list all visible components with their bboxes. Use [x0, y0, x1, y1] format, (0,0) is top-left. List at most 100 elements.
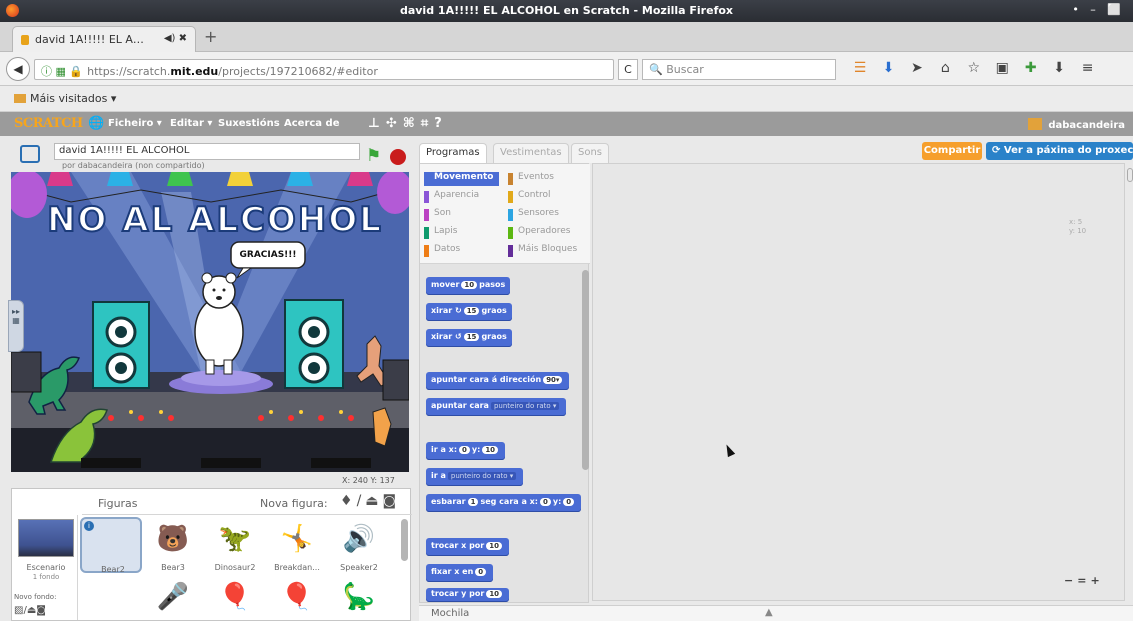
url-bar[interactable]: ⓘ ▦ 🔒 https://scratch.mit.edu/projects/19…	[34, 59, 614, 80]
category-operators[interactable]: Operadores	[508, 226, 571, 240]
scratch-menubar: SCRATCH 🌐 Ficheiro ▾ Editar ▾ Suxestións…	[0, 112, 1133, 136]
stage-tool-icons: ⊥✣⌘⌗?	[368, 116, 448, 131]
upload-sprite-icon[interactable]: ⏏	[365, 493, 382, 509]
home-icon[interactable]: ⌂	[933, 60, 957, 76]
block-move-steps[interactable]: mover 10 pasos	[426, 277, 511, 295]
scratch-logo[interactable]: SCRATCH	[14, 116, 83, 131]
project-title-input[interactable]: david 1A!!!!! EL ALCOHOL	[54, 143, 360, 160]
palette-scrollbar[interactable]	[582, 270, 589, 470]
url-path: /projects/197210682/#editor	[218, 65, 378, 78]
block-change-x[interactable]: trocar x por 10	[426, 538, 509, 556]
category-looks[interactable]: Aparencia	[424, 190, 479, 204]
stage[interactable]: NO AL ALCOHOL GRACIAS!!!	[11, 172, 409, 472]
scripts-side-handle[interactable]	[1127, 168, 1133, 182]
sprite-item-balloon-2[interactable]: 🎈	[266, 577, 328, 617]
stage-collapse-handle[interactable]: ▸▸ ▦	[8, 300, 24, 352]
fullscreen-icon[interactable]	[20, 145, 40, 163]
search-input[interactable]: 🔍 Buscar	[642, 59, 836, 80]
camera-sprite-icon[interactable]: ◙	[383, 493, 401, 509]
url-prefix: https://scratch.	[87, 65, 171, 78]
backpack[interactable]: Mochila ▲	[419, 605, 1133, 621]
tab-costumes[interactable]: Vestimentas	[493, 143, 569, 163]
sprite-item-bear2[interactable]: i Bear2	[80, 517, 142, 574]
stop-icon[interactable]	[390, 149, 406, 165]
block-set-x[interactable]: fixar x en 0	[426, 564, 494, 582]
tab-strip: david 1A!!!!! EL A… ◀) ✖ +	[0, 22, 1133, 52]
browser-tab[interactable]: david 1A!!!!! EL A… ◀) ✖	[12, 26, 196, 52]
reader-icon[interactable]: ☰	[848, 60, 872, 76]
tab-close-button[interactable]: ◀) ✖	[164, 33, 187, 44]
block-turn-right[interactable]: xirar ↻ 15 graos	[426, 303, 512, 321]
block-turn-left[interactable]: xirar ↺ 15 graos	[426, 329, 512, 347]
sprite-item-bear3[interactable]: 🐻 Bear3	[142, 517, 204, 573]
puzzle-icon[interactable]: ✚	[1019, 60, 1043, 76]
upload-backdrop-icon[interactable]: ⏏	[27, 605, 36, 616]
grow-icon[interactable]: ⌘	[403, 116, 421, 131]
sprite-item-breakdancer[interactable]: 🤸 Breakdan...	[266, 517, 328, 573]
block-point-in-direction[interactable]: apuntar cara á dirección 90▾	[426, 372, 570, 390]
sprite-item-dinosaur[interactable]: 🦕	[328, 577, 390, 617]
see-project-page-button[interactable]: ⟳ Ver a páxina do proxecto	[986, 142, 1133, 160]
category-sound[interactable]: Son	[424, 208, 451, 222]
back-button[interactable]: ◀	[6, 57, 30, 81]
send-icon[interactable]: ➤	[905, 60, 929, 76]
category-more-blocks[interactable]: Máis Bloques	[508, 244, 577, 258]
menu-about[interactable]: Acerca de	[284, 118, 339, 129]
category-motion[interactable]: Movemento	[424, 172, 500, 186]
hamburger-menu-icon[interactable]: ≡	[1076, 60, 1100, 76]
bookmark-star-icon[interactable]: ☆	[962, 60, 986, 76]
block-go-to-xy[interactable]: ir a x: 0 y: 10	[426, 442, 506, 460]
block-change-y[interactable]: trocar y por 10	[426, 588, 510, 602]
new-tab-button[interactable]: +	[204, 27, 217, 46]
sprite-item-mic-stand[interactable]: 🎤	[142, 577, 204, 617]
stage-backdrop-count: 1 fondo	[32, 573, 60, 581]
stage-thumbnail[interactable]: Escenario 1 fondo Novo fondo: ▨/⏏◙	[12, 515, 78, 620]
category-sensing[interactable]: Sensores	[508, 208, 559, 222]
downloads-menu-icon[interactable]: ⬇	[1047, 60, 1071, 76]
sprite-pane-scrollbar[interactable]	[401, 519, 408, 561]
chevron-up-icon[interactable]: ▲	[765, 607, 773, 618]
shrink-icon[interactable]: ⌗	[421, 116, 434, 131]
cut-icon[interactable]: ✣	[386, 116, 403, 131]
window-controls[interactable]: • – ⬜	[1072, 3, 1125, 16]
menu-tips[interactable]: Suxestións	[218, 118, 280, 129]
sprite-library-icon[interactable]: ♦	[340, 493, 357, 509]
user-menu[interactable]: dabacandeira	[1028, 118, 1125, 131]
username: dabacandeira	[1048, 120, 1125, 131]
balloon-sprite-icon: 🎈	[280, 582, 314, 612]
sprite-item-balloon-1[interactable]: 🎈	[204, 577, 266, 617]
bookmarks-most-visited[interactable]: Máis visitados	[30, 92, 107, 105]
scripts-area[interactable]	[592, 163, 1125, 601]
reload-button[interactable]: C	[618, 59, 638, 80]
green-flag-icon[interactable]: ⚑	[366, 146, 381, 166]
zoom-out-icon[interactable]: −	[1064, 574, 1077, 587]
sprites-title: Figuras	[98, 497, 138, 510]
download-icon[interactable]: ⬇	[876, 60, 900, 76]
sprite-pane: Escenario 1 fondo Novo fondo: ▨/⏏◙ Figur…	[11, 488, 412, 621]
share-button[interactable]: Compartir	[922, 142, 982, 160]
navigation-bar: ◀ ⓘ ▦ 🔒 https://scratch.mit.edu/projects/…	[0, 52, 1133, 86]
category-data[interactable]: Datos	[424, 244, 460, 258]
block-go-to[interactable]: ir a punteiro do rato ▾	[426, 468, 524, 486]
sprite-item-dinosaur2[interactable]: 🦖 Dinosaur2	[204, 517, 266, 573]
paint-sprite-icon[interactable]: /	[357, 493, 366, 509]
clipboard-icon[interactable]: ▣	[990, 60, 1014, 76]
category-control[interactable]: Control	[508, 190, 551, 204]
block-point-towards[interactable]: apuntar cara punteiro do rato ▾	[426, 398, 567, 416]
category-pen[interactable]: Lapis	[424, 226, 457, 240]
stage-mouse-coords: X: 240 Y: 137	[342, 476, 395, 485]
zoom-in-icon[interactable]: +	[1090, 574, 1103, 587]
sprite-pane-header: Figuras Nova figura: ♦/⏏◙	[82, 489, 412, 515]
sprite-item-speaker2[interactable]: 🔊 Speaker2	[328, 517, 390, 573]
tab-sounds[interactable]: Sons	[571, 143, 610, 163]
help-icon[interactable]: ?	[434, 116, 448, 131]
tab-scripts[interactable]: Programas	[419, 143, 487, 163]
duplicate-icon[interactable]: ⊥	[368, 116, 386, 131]
block-glide[interactable]: esbarar 1 seg cara a x: 0 y: 0	[426, 494, 582, 512]
menu-file[interactable]: Ficheiro ▾	[108, 118, 162, 129]
camera-backdrop-icon[interactable]: ◙	[36, 605, 46, 616]
zoom-reset-icon[interactable]: =	[1077, 574, 1090, 587]
menu-edit[interactable]: Editar ▾	[170, 118, 212, 129]
language-globe-icon[interactable]: 🌐	[88, 116, 104, 131]
category-events[interactable]: Eventos	[508, 172, 554, 186]
